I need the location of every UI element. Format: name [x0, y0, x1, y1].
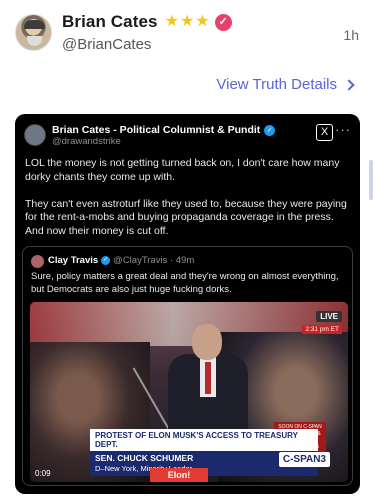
- quote-author-row: Clay Travis ✓ @ClayTravis · 49m: [48, 255, 194, 266]
- embed-paragraph: They can't even astroturf like they used…: [25, 197, 347, 237]
- live-time: 2:31 pm ET: [302, 325, 342, 334]
- quote-text: Sure, policy matters a great deal and th…: [31, 271, 339, 295]
- embedded-post-image[interactable]: Brian Cates - Political Columnist & Pund…: [15, 114, 360, 494]
- x-logo-icon: X: [316, 124, 333, 141]
- speaker-tie: [205, 362, 211, 394]
- star-icon: ★: [195, 13, 210, 30]
- star-rating: ★ ★ ★: [165, 14, 210, 30]
- embed-author-row: Brian Cates - Political Columnist & Pund…: [52, 124, 276, 136]
- verified-check-icon: ✓: [101, 256, 111, 265]
- embed-paragraph: LOL the money is not getting turned back…: [25, 157, 340, 183]
- lower-third-headline: PROTEST OF ELON MUSK'S ACCESS TO TREASUR…: [90, 429, 318, 451]
- quote-avatar: [31, 255, 44, 268]
- embed-body: LOL the money is not getting turned back…: [25, 157, 351, 252]
- quoted-post: Clay Travis ✓ @ClayTravis · 49m Sure, po…: [22, 246, 353, 486]
- avatar[interactable]: [15, 14, 52, 51]
- avatar-beard: [27, 36, 42, 46]
- speaker-head: [192, 324, 222, 360]
- display-name[interactable]: Brian Cates: [62, 12, 158, 32]
- view-truth-details-link[interactable]: View Truth Details: [216, 76, 355, 93]
- chevron-right-icon: [343, 78, 355, 91]
- quote-author-name: Clay Travis: [48, 255, 99, 266]
- embed-handle: @drawandstrike: [52, 136, 121, 147]
- user-handle[interactable]: @BrianCates: [62, 36, 151, 53]
- embed-avatar: [24, 124, 46, 146]
- quote-handle: @ClayTravis · 49m: [113, 255, 195, 266]
- live-label: LIVE: [316, 311, 342, 322]
- post-header: Brian Cates ★ ★ ★ ✓ @BrianCates 1h: [0, 0, 375, 70]
- video-frame: LIVE 2:31 pm ET SOON ON C-SPAN President…: [30, 302, 348, 482]
- live-badge: LIVE 2:31 pm ET: [302, 306, 342, 334]
- video-elapsed-time: 0:09: [35, 469, 51, 478]
- network-logo: C-SPAN3: [278, 452, 330, 467]
- star-icon: ★: [179, 13, 195, 30]
- verified-badge-icon: ✓: [214, 13, 232, 31]
- more-icon: ···: [335, 122, 351, 137]
- verified-check-icon: ✓: [264, 124, 276, 136]
- details-link-label: View Truth Details: [216, 76, 337, 93]
- avatar-cap: [24, 20, 45, 29]
- protest-sign: Elon!: [150, 468, 208, 482]
- scrollbar[interactable]: [369, 160, 373, 200]
- author-name-row: Brian Cates ★ ★ ★ ✓: [62, 11, 232, 33]
- embed-author-name: Brian Cates - Political Columnist & Pund…: [52, 124, 261, 136]
- star-icon: ★: [164, 13, 179, 30]
- post-timestamp[interactable]: 1h: [343, 27, 359, 43]
